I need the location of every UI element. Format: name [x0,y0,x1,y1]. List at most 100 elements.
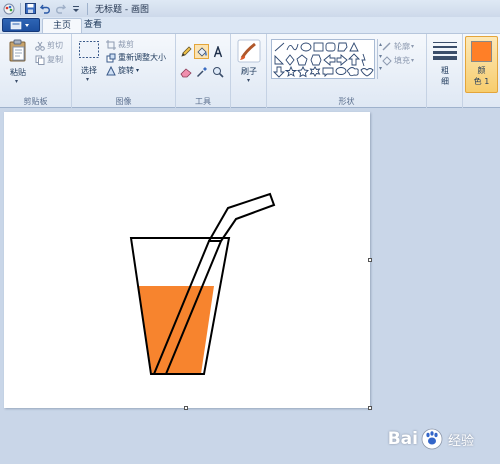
paint-app-icon[interactable] [2,2,15,15]
line-width-icon [433,42,457,60]
ribbon-tab-row: 主页 查看 [0,17,500,33]
window-title: 无标题 - 画图 [95,5,149,15]
line-shape-icon [274,42,285,52]
baidu-watermark: Bai 经验 [388,428,474,450]
resize-button[interactable]: 重新调整大小 [106,52,166,63]
pencil-tool[interactable] [178,44,193,59]
rotate-dropdown-icon[interactable]: ▾ [136,67,139,74]
shapes-group: ▴ ▾ ▾ 轮廓 ▾ 填充 ▾ 形状 [267,34,427,109]
select-dropdown-icon[interactable]: ▾ [86,76,89,83]
cup-with-straw-drawing [129,192,276,375]
resize-label: 重新调整大小 [118,53,166,62]
magnifier-tool[interactable] [210,64,225,79]
cloud-callout-shape-icon [347,67,359,77]
fill-icon [382,55,392,66]
rounded-rect-shape-icon [325,42,336,52]
pencil-icon [180,45,192,57]
size-label-line2: 细 [441,77,449,86]
save-icon[interactable] [24,2,37,15]
color1-label-line2: 色 1 [473,77,490,86]
outline-button[interactable]: 轮廓 ▾ [382,41,414,52]
pentagon-shape-icon [296,54,308,66]
copy-icon [35,55,45,65]
fill-dropdown-icon[interactable]: ▾ [411,57,414,64]
color1-label-line1: 颜 [477,66,486,75]
text-icon [213,45,222,57]
straw-upper [208,192,276,242]
copy-button[interactable]: 复制 [35,54,63,65]
undo-icon[interactable] [39,2,52,15]
resize-handle-right[interactable] [368,258,372,262]
ribbon: 粘贴 ▾ 剪切 复制 剪贴板 选择 ▾ 裁剪 重新调整大小 旋转 ▾ 图像 工具… [0,33,500,109]
quick-access-toolbar [2,2,91,16]
tools-group: 工具 [176,34,231,109]
scissors-icon [35,41,45,51]
paste-icon [9,39,26,62]
polygon-shape-icon [337,42,348,52]
right-arrow-shape-icon [336,54,348,66]
down-arrow-shape-icon [272,66,286,78]
paw-icon [421,428,443,450]
cut-button[interactable]: 剪切 [35,40,63,51]
watermark-text-right: 经验 [447,433,474,449]
outline-icon [382,42,391,50]
paste-label: 粘贴 [10,68,26,77]
size-label-line1: 粗 [441,66,449,75]
rotate-button[interactable]: 旋转 ▾ [106,65,139,76]
tab-view[interactable]: 查看 [74,18,112,33]
title-bar: 无标题 - 画图 [0,0,500,17]
redo-icon[interactable] [54,2,67,15]
color1-button[interactable]: 颜 色 1 [465,36,498,93]
color-picker-tool[interactable] [194,64,209,79]
eyedropper-icon [196,66,207,77]
right-triangle-shape-icon [274,54,285,65]
brush-icon [237,39,261,63]
four-point-star-shape-icon [284,65,298,78]
rectangle-shape-icon [313,42,324,52]
fill-label: 填充 [394,56,410,65]
customize-dropdown-icon[interactable] [69,2,82,15]
image-group: 选择 ▾ 裁剪 重新调整大小 旋转 ▾ 图像 [72,34,176,109]
text-tool[interactable] [210,44,225,59]
brushes-group: 刷子 ▾ [231,34,267,109]
shapes-group-label: 形状 [338,97,355,106]
resize-icon [106,53,116,62]
brushes-label: 刷子 [241,67,257,76]
select-rect-icon [79,41,99,58]
triangle-shape-icon [349,41,359,52]
copy-label: 复制 [47,55,63,64]
image-group-label: 图像 [115,97,132,106]
hexagon-shape-icon [310,54,322,66]
oval-shape-icon [300,42,312,52]
drawing-canvas[interactable] [4,112,370,408]
lightning-shape-icon [361,53,366,67]
diamond-shape-icon [285,54,295,66]
left-arrow-shape-icon [323,54,336,66]
shapes-gallery[interactable] [271,39,375,79]
paste-button[interactable]: 粘贴 ▾ [4,37,32,85]
tools-group-label: 工具 [195,97,211,106]
crop-button[interactable]: 裁剪 [106,39,134,50]
outline-dropdown-icon[interactable]: ▾ [411,43,414,50]
rect-callout-shape-icon [322,67,334,78]
resize-handle-corner[interactable] [368,406,372,410]
up-arrow-shape-icon [347,53,361,66]
heart-shape-icon [360,68,374,77]
eraser-tool[interactable] [178,64,193,79]
fill-bucket-tool[interactable] [194,44,209,59]
select-button[interactable]: 选择 ▾ [76,37,102,83]
brushes-button[interactable]: 刷子 ▾ [234,37,264,87]
resize-handle-bottom[interactable] [184,406,188,410]
size-group: 粗 细 [427,34,463,109]
brushes-dropdown-icon[interactable]: ▾ [247,77,250,84]
fill-button[interactable]: 填充 ▾ [382,55,414,66]
watermark-text-left: Bai [387,429,418,449]
curve-shape-icon [286,43,299,51]
crop-label: 裁剪 [118,40,134,49]
paint-menu-button[interactable] [2,18,40,32]
size-button[interactable]: 粗 细 [430,38,460,88]
fill-bucket-icon [196,46,207,57]
rotate-label: 旋转 [118,66,134,75]
paste-dropdown-icon[interactable]: ▾ [15,78,18,85]
rotate-icon [106,65,116,75]
